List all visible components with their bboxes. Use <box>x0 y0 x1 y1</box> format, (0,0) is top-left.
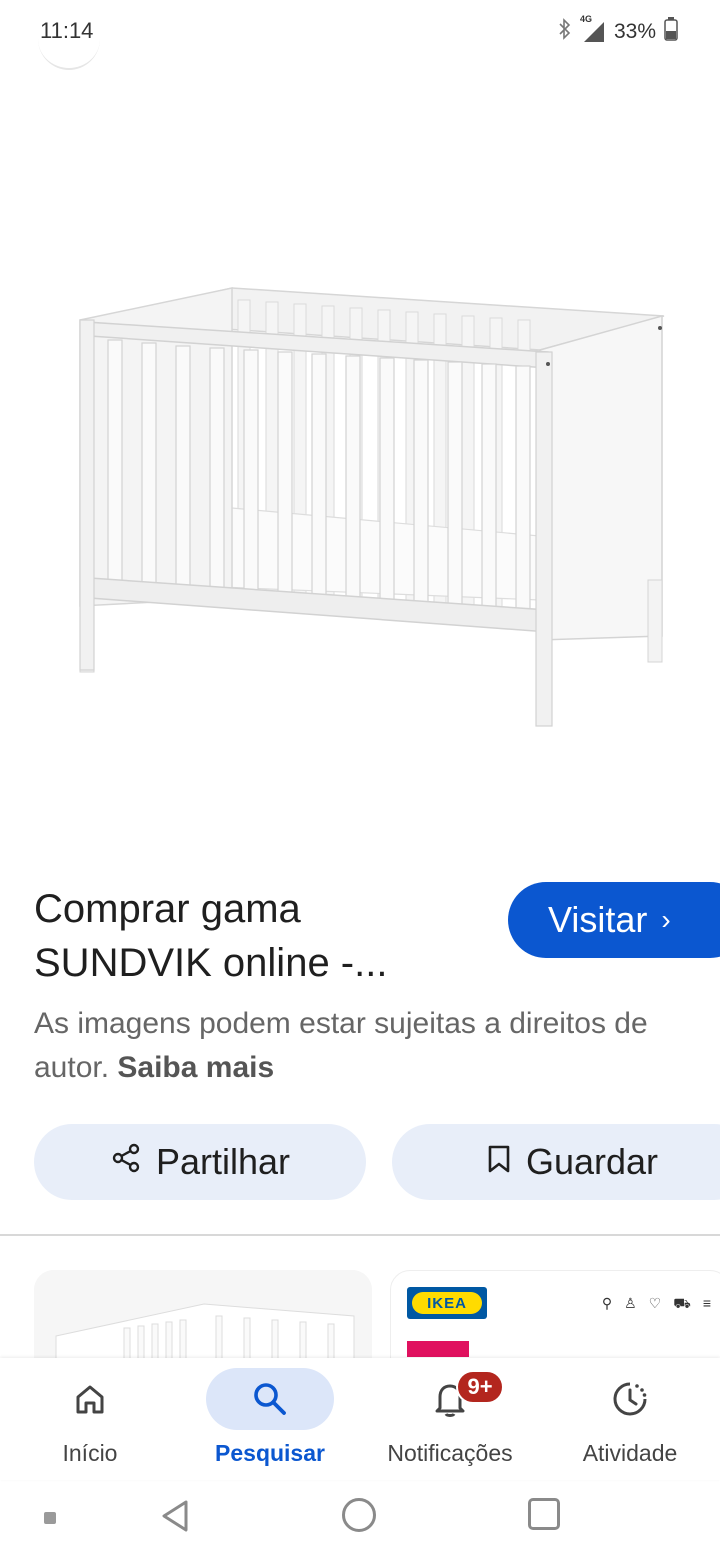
visit-label: Visitar <box>548 899 648 940</box>
battery-percent: 33% <box>613 20 656 43</box>
home-button-icon[interactable] <box>342 1498 376 1532</box>
save-label: Guardar <box>525 1141 659 1182</box>
share-icon <box>110 1141 142 1183</box>
site-toolbar-icons: ⚲ ♙ ♡ ⛟ ≡ <box>602 1295 711 1314</box>
recent-apps-icon[interactable] <box>528 1498 560 1530</box>
section-divider <box>0 1234 720 1236</box>
chevron-right-icon: › <box>661 904 671 935</box>
nav-search[interactable]: Pesquisar <box>180 1358 360 1480</box>
basket-icon: ⛟ <box>673 1295 691 1311</box>
save-button[interactable]: Guardar <box>392 1124 720 1200</box>
ikea-logo: IKEA <box>407 1287 487 1319</box>
heart-icon: ♡ <box>648 1295 662 1311</box>
nav-notifications-label: Notificações <box>387 1440 513 1466</box>
title-line-1: Comprar gama <box>34 887 301 931</box>
share-label: Partilhar <box>155 1141 291 1182</box>
status-icons: 4G 33% <box>558 14 678 47</box>
status-bar: 11:14 4G 33% <box>0 0 720 64</box>
home-icon <box>26 1368 154 1430</box>
bookmark-icon <box>486 1141 512 1183</box>
back-icon[interactable] <box>158 1498 192 1539</box>
copyright-notice: As imagens podem estar sujeitas a direit… <box>34 1002 720 1090</box>
keyboard-indicator-icon <box>44 1512 56 1524</box>
system-navigation-bar <box>0 1480 720 1560</box>
ikea-logo-text: IKEA <box>412 1292 482 1314</box>
nav-home-label: Início <box>62 1440 118 1466</box>
nav-home[interactable]: Início <box>0 1358 180 1480</box>
visit-button[interactable]: Visitar › <box>508 882 720 958</box>
menu-icon: ≡ <box>702 1295 711 1311</box>
related-result-thumbnail[interactable] <box>34 1270 372 1360</box>
promo-tag <box>407 1341 469 1357</box>
crib-illustration <box>0 260 720 780</box>
nav-search-label: Pesquisar <box>215 1440 325 1466</box>
nav-notifications[interactable]: 9+ Notificações <box>360 1358 540 1480</box>
result-title[interactable]: Comprar gama SUNDVIK online -... <box>34 882 474 990</box>
learn-more-link[interactable]: Saiba mais <box>117 1051 274 1084</box>
nav-activity-label: Atividade <box>582 1440 678 1466</box>
activity-icon <box>566 1368 694 1430</box>
related-result-ikea[interactable]: IKEA ⚲ ♙ ♡ ⛟ ≡ <box>390 1270 720 1360</box>
signal-icon: 4G <box>580 14 606 44</box>
product-image[interactable] <box>0 260 720 780</box>
share-button[interactable]: Partilhar <box>34 1124 366 1200</box>
notification-badge: 9+ <box>456 1370 504 1404</box>
search-icon <box>206 1368 334 1430</box>
crib-thumbnail <box>34 1270 372 1360</box>
title-line-2: SUNDVIK online -... <box>34 941 388 985</box>
bottom-navigation: Início Pesquisar 9+ Notificações Ativida… <box>0 1358 720 1480</box>
search-icon: ⚲ <box>601 1295 613 1311</box>
battery-icon <box>664 17 678 47</box>
nav-activity[interactable]: Atividade <box>540 1358 720 1480</box>
bluetooth-icon <box>558 18 572 46</box>
user-icon: ♙ <box>624 1295 637 1311</box>
